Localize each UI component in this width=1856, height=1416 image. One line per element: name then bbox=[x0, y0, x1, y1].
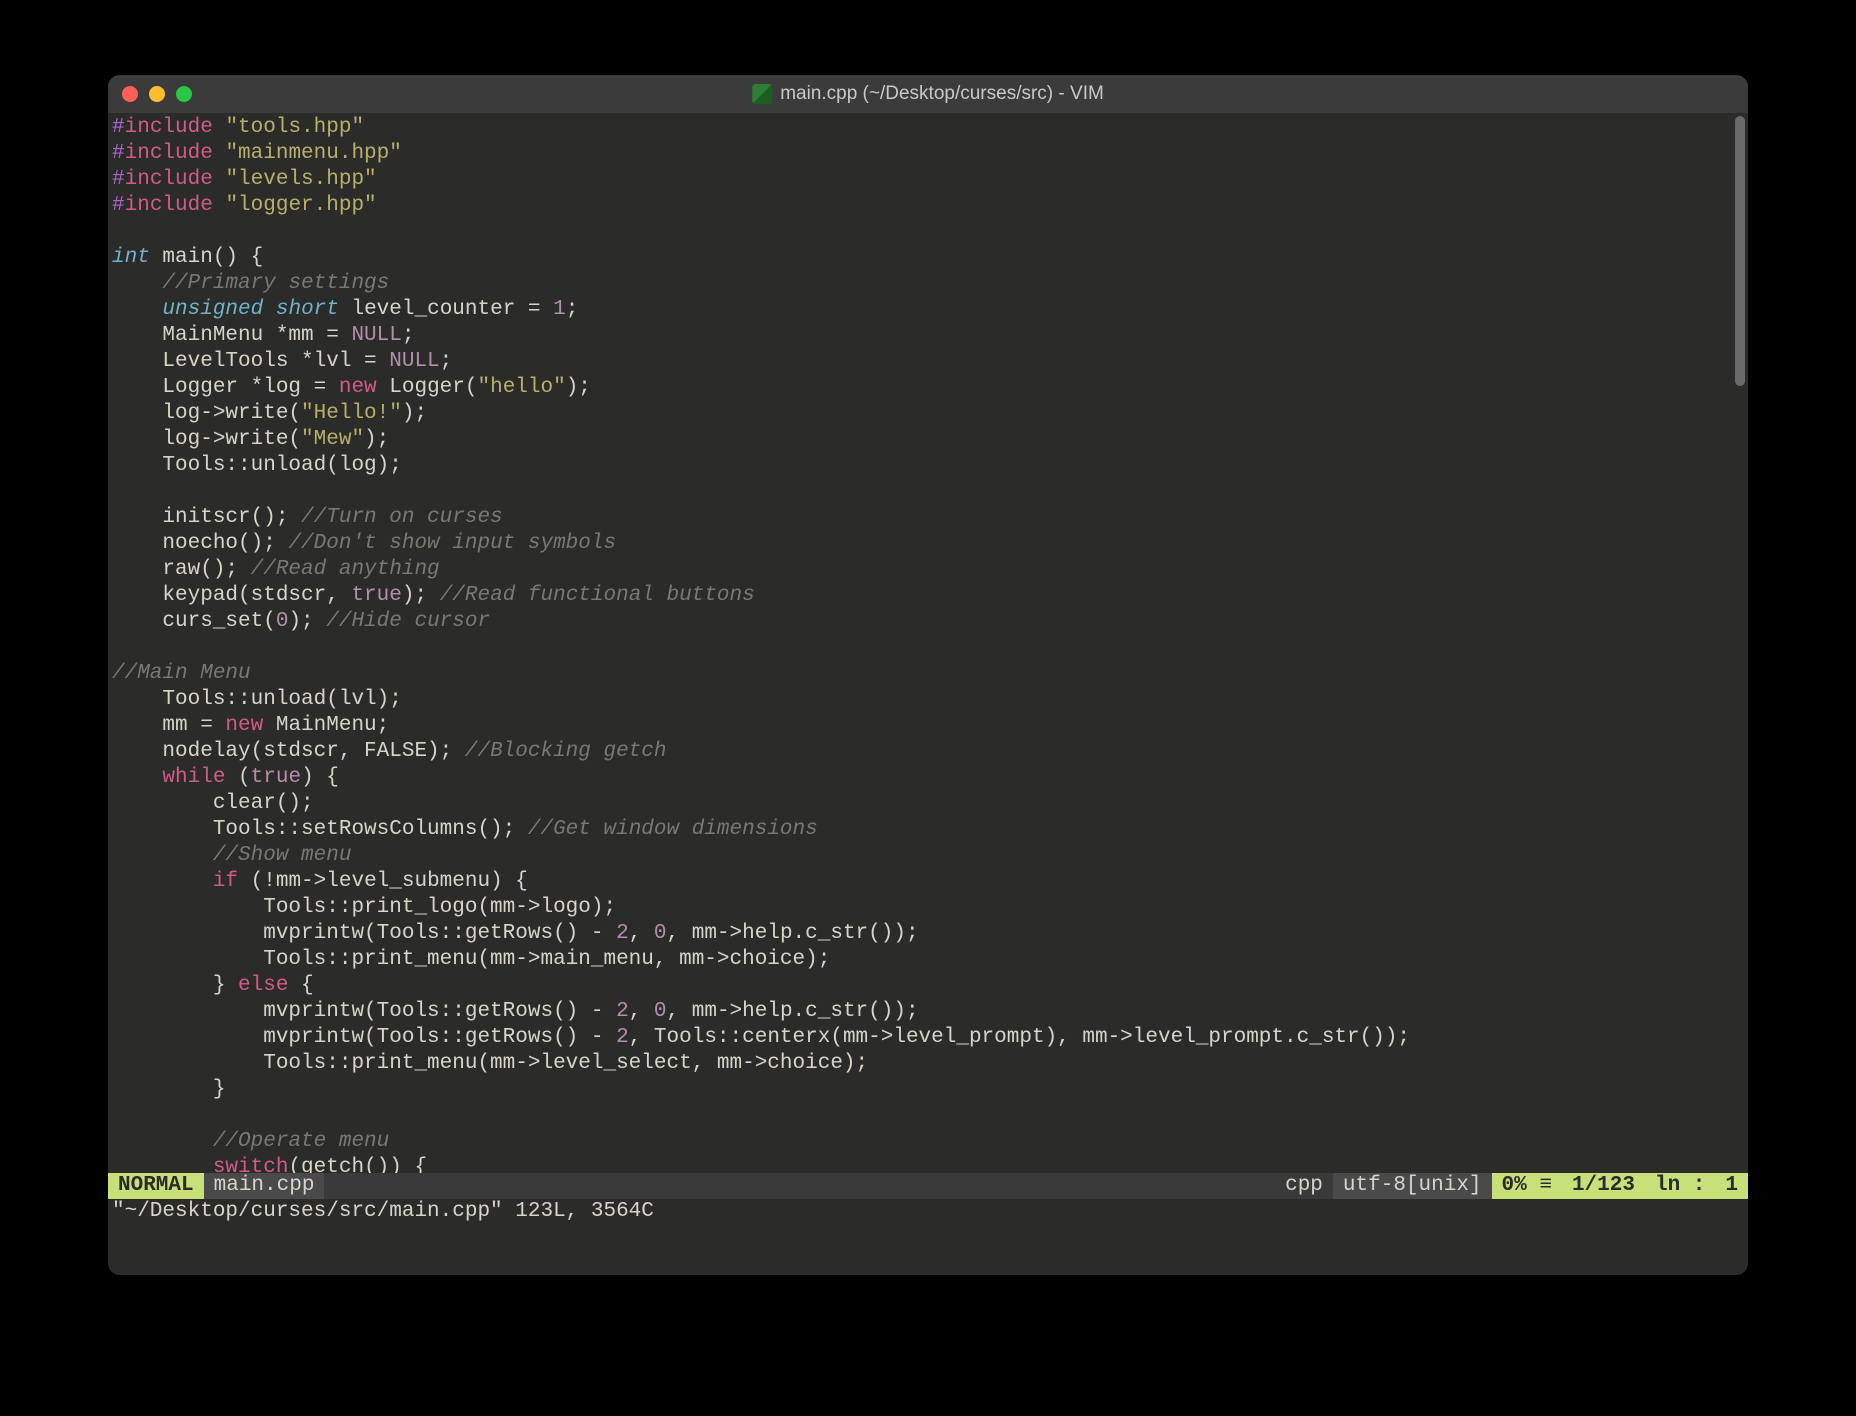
scrollbar-thumb[interactable] bbox=[1735, 116, 1745, 386]
titlebar: main.cpp (~/Desktop/curses/src) - VIM bbox=[108, 75, 1748, 113]
command-line[interactable]: "~/Desktop/curses/src/main.cpp" 123L, 35… bbox=[108, 1199, 1748, 1225]
terminal-window: main.cpp (~/Desktop/curses/src) - VIM #i… bbox=[108, 75, 1748, 1275]
editor-area[interactable]: #include "tools.hpp" #include "mainmenu.… bbox=[108, 113, 1748, 1173]
filename-indicator: main.cpp bbox=[204, 1173, 325, 1199]
statusbar-spacer bbox=[324, 1173, 1275, 1199]
traffic-lights bbox=[122, 86, 192, 102]
minimize-icon[interactable] bbox=[149, 86, 165, 102]
position-indicator: 1/123 bbox=[1562, 1173, 1645, 1199]
code-content: #include "tools.hpp" #include "mainmenu.… bbox=[108, 113, 1748, 1173]
window-title: main.cpp (~/Desktop/curses/src) - VIM bbox=[752, 83, 1104, 105]
close-icon[interactable] bbox=[122, 86, 138, 102]
file-icon bbox=[752, 84, 772, 104]
encoding-indicator: utf-8[unix] bbox=[1333, 1173, 1492, 1199]
column-label: ln : bbox=[1645, 1173, 1715, 1199]
zoom-icon[interactable] bbox=[176, 86, 192, 102]
filetype-indicator: cpp bbox=[1275, 1173, 1333, 1199]
bottom-padding bbox=[108, 1225, 1748, 1275]
column-indicator: 1 bbox=[1715, 1173, 1748, 1199]
window-title-text: main.cpp (~/Desktop/curses/src) - VIM bbox=[780, 83, 1104, 105]
statusbar: NORMAL main.cpp cpp utf-8[unix] 0% ≡ 1/1… bbox=[108, 1173, 1748, 1199]
percent-indicator: 0% ≡ bbox=[1492, 1173, 1562, 1199]
mode-indicator: NORMAL bbox=[108, 1173, 204, 1199]
